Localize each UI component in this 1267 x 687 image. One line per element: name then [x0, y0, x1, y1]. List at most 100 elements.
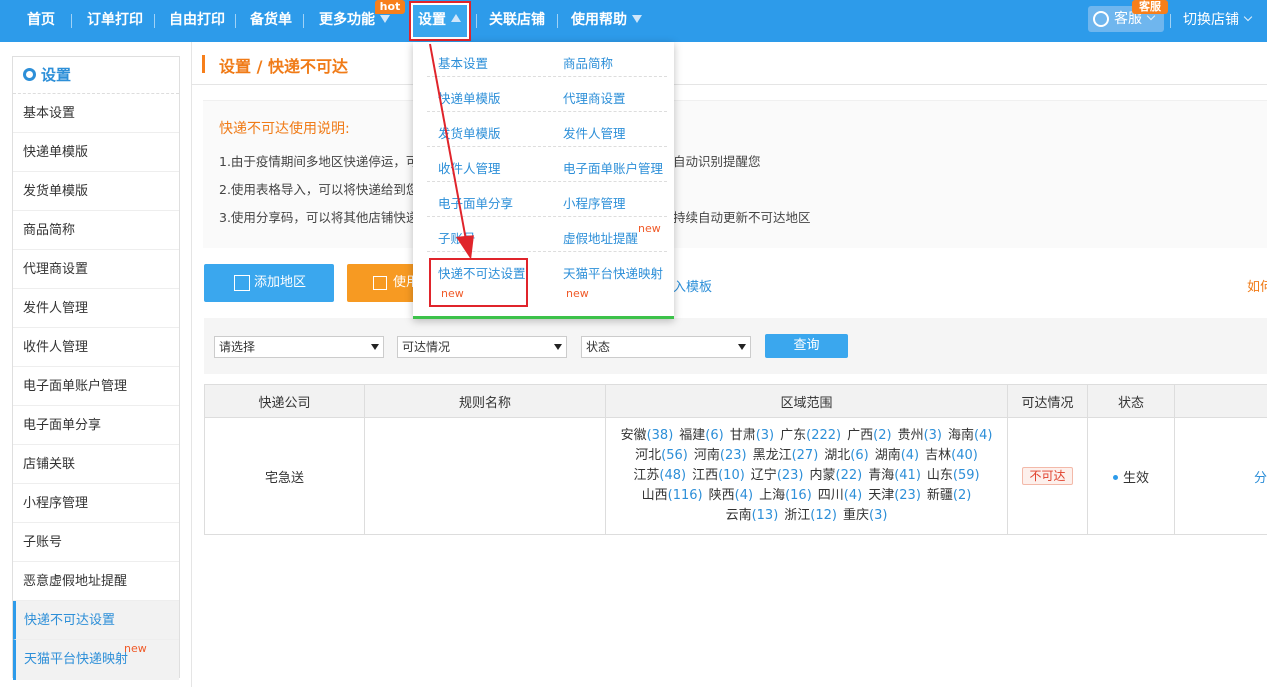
sidebar-item-receiver[interactable]: 收件人管理	[13, 328, 179, 367]
region-count[interactable]: (222)	[806, 428, 841, 443]
sidebar-item-waybill-template[interactable]: 快递单模版	[13, 133, 179, 172]
region-count[interactable]: (23)	[777, 468, 804, 483]
status-select[interactable]: 状态	[581, 336, 751, 358]
menu-item-waybill-template[interactable]: 快递单模版	[438, 88, 501, 107]
menu-item-sub-account[interactable]: 子账号	[438, 228, 476, 247]
region-count[interactable]: (10)	[718, 468, 745, 483]
menu-item-invoice-template[interactable]: 发货单模版	[438, 123, 501, 142]
region-entry: 江苏(48)	[633, 466, 686, 486]
dropdown-row: 电子面单分享 小程序管理	[427, 182, 667, 217]
region-count[interactable]: (3)	[924, 428, 942, 443]
region-entry: 河北(56)	[635, 446, 688, 466]
cell-status: 生效	[1087, 417, 1175, 535]
menu-item-tmall-mapping[interactable]: 天猫平台快递映射	[563, 263, 663, 282]
sidebar-item-mini-program[interactable]: 小程序管理	[13, 484, 179, 523]
switch-shop-menu[interactable]: 切换店铺	[1183, 0, 1253, 42]
reach-select[interactable]: 可达情况	[397, 336, 567, 358]
col-header-company: 快递公司	[204, 384, 365, 418]
triangle-down-icon	[632, 15, 642, 23]
menu-item-mini-program[interactable]: 小程序管理	[563, 193, 626, 212]
sidebar-item-sub-account[interactable]: 子账号	[13, 523, 179, 562]
region-count[interactable]: (4)	[844, 488, 862, 503]
gear-icon	[23, 68, 36, 81]
region-entry: 广西(2)	[847, 426, 891, 446]
region-count[interactable]: (22)	[836, 468, 863, 483]
nav-home[interactable]: 首页	[27, 0, 55, 42]
use-share-code-button[interactable]: 使用	[347, 264, 417, 302]
region-count[interactable]: (2)	[953, 488, 971, 503]
cell-reach: 不可达	[1007, 417, 1088, 535]
region-count[interactable]: (6)	[850, 448, 868, 463]
sidebar-item-invoice-template[interactable]: 发货单模版	[13, 172, 179, 211]
sidebar-item-eorder-account[interactable]: 电子面单账户管理	[13, 367, 179, 406]
menu-item-sender-manage[interactable]: 发件人管理	[563, 123, 626, 142]
how-to-link[interactable]: 如何	[1247, 276, 1267, 295]
nav-help[interactable]: 使用帮助	[571, 0, 642, 42]
menu-item-product-alias[interactable]: 商品简称	[563, 53, 613, 72]
nav-stock-list[interactable]: 备货单	[250, 0, 292, 42]
region-count[interactable]: (12)	[810, 508, 837, 523]
sidebar-item-unreachable[interactable]: 快递不可达设置	[13, 601, 179, 640]
page-title: 设置 / 快递不可达	[219, 53, 348, 77]
usage-instructions: 快递不可达使用说明: 1.由于疫情期间多地区快递停运，可以 自动识别提醒您 2.…	[203, 100, 1267, 248]
sidebar-item-sender[interactable]: 发件人管理	[13, 289, 179, 328]
sidebar-item-tmall-mapping[interactable]: 天猫平台快递映射 new	[13, 640, 179, 680]
breadcrumb-part1: 设置	[219, 57, 252, 76]
sidebar-item-shop-link[interactable]: 店铺关联	[13, 445, 179, 484]
sidebar-item-basic[interactable]: 基本设置	[13, 94, 179, 133]
region-count[interactable]: (116)	[668, 488, 703, 503]
menu-item-eorder-account[interactable]: 电子面单账户管理	[563, 158, 663, 177]
new-badge: new	[638, 222, 661, 235]
menu-item-basic-settings[interactable]: 基本设置	[438, 53, 488, 72]
query-button[interactable]: 查询	[765, 334, 848, 358]
nav-separator	[154, 14, 155, 28]
status-select-value: 状态	[586, 340, 611, 354]
menu-item-agent-settings[interactable]: 代理商设置	[563, 88, 626, 107]
nav-free-print[interactable]: 自由打印	[169, 0, 225, 42]
menu-item-receiver-manage[interactable]: 收件人管理	[438, 158, 501, 177]
region-count[interactable]: (23)	[894, 488, 921, 503]
operation-link[interactable]: 分	[1254, 471, 1267, 486]
region-count[interactable]: (56)	[661, 448, 688, 463]
region-count[interactable]: (2)	[873, 428, 891, 443]
region-count[interactable]: (16)	[785, 488, 812, 503]
new-badge: new	[566, 287, 589, 300]
dropdown-row: 发货单模版 发件人管理	[427, 112, 667, 147]
nav-settings[interactable]: 设置	[413, 5, 467, 37]
add-region-button[interactable]: 添加地区	[204, 264, 334, 302]
dropdown-row: 子账号 虚假地址提醒 new	[427, 217, 667, 252]
menu-item-fake-address[interactable]: 虚假地址提醒	[563, 228, 638, 247]
region-count[interactable]: (38)	[647, 428, 674, 443]
sidebar-item-fake-address[interactable]: 恶意虚假地址提醒	[13, 562, 179, 601]
region-count[interactable]: (4)	[901, 448, 919, 463]
region-count[interactable]: (3)	[869, 508, 887, 523]
menu-item-eorder-share[interactable]: 电子面单分享	[438, 193, 513, 212]
region-count[interactable]: (23)	[720, 448, 747, 463]
region-count[interactable]: (48)	[659, 468, 686, 483]
region-count[interactable]: (13)	[752, 508, 779, 523]
add-region-label: 添加地区	[254, 275, 307, 290]
region-count[interactable]: (40)	[951, 448, 978, 463]
sidebar-item-eorder-share[interactable]: 电子面单分享	[13, 406, 179, 445]
main-divider	[191, 42, 192, 687]
region-name: 甘肃	[729, 428, 756, 443]
region-count[interactable]: (3)	[756, 428, 774, 443]
region-count[interactable]: (4)	[735, 488, 753, 503]
region-count[interactable]: (27)	[792, 448, 819, 463]
sidebar-item-agent[interactable]: 代理商设置	[13, 250, 179, 289]
nav-order-print[interactable]: 订单打印	[87, 0, 143, 42]
unreachable-tag: 不可达	[1022, 467, 1073, 485]
region-count[interactable]: (59)	[953, 468, 980, 483]
region-name: 广东	[780, 428, 807, 443]
sidebar-item-product-alias[interactable]: 商品简称	[13, 211, 179, 250]
region-count[interactable]: (41)	[894, 468, 921, 483]
region-name: 湖南	[874, 448, 901, 463]
region-name: 内蒙	[809, 468, 836, 483]
company-select[interactable]: 请选择	[214, 336, 384, 358]
import-template-link[interactable]: 入模板	[673, 276, 712, 295]
region-count[interactable]: (4)	[974, 428, 992, 443]
region-count[interactable]: (6)	[705, 428, 723, 443]
region-name: 青海	[868, 468, 895, 483]
region-name: 广西	[847, 428, 874, 443]
nav-linked-shops[interactable]: 关联店铺	[489, 0, 545, 42]
